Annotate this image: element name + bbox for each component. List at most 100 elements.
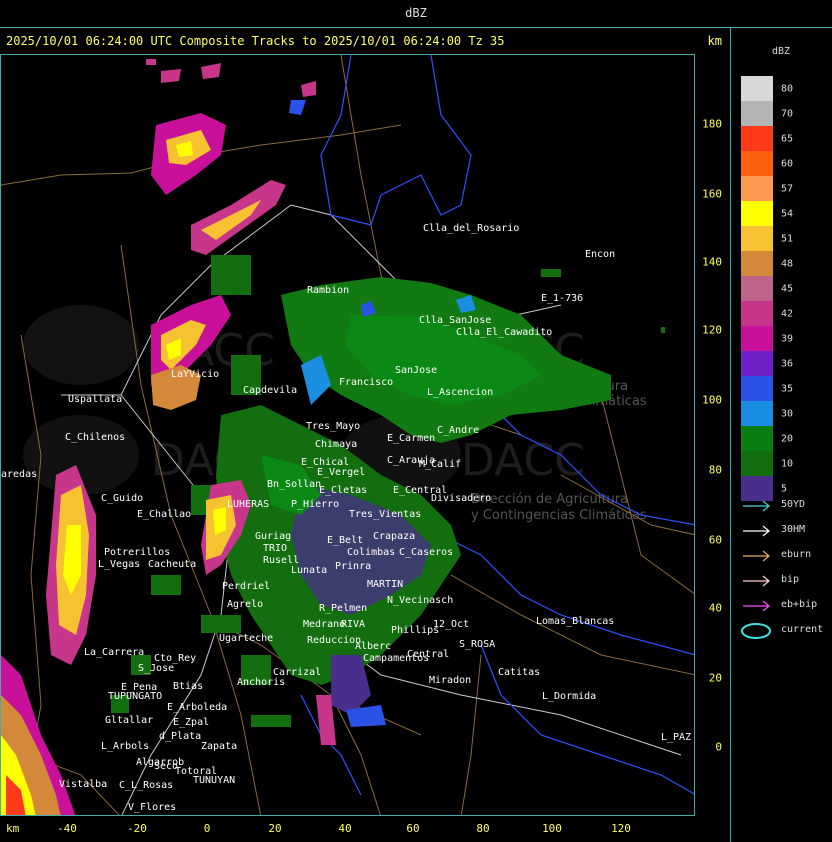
legend-entry: 57 [741, 176, 819, 201]
place-label: Clla_del_Rosario [423, 223, 519, 234]
x-tick-label: 20 [268, 822, 282, 835]
legend-label: 10 [781, 458, 794, 469]
place-label: C_Chilenos [65, 432, 125, 443]
legend-entry: 42 [741, 301, 819, 326]
legend-swatch [741, 151, 773, 176]
x-tick-label: 120 [611, 822, 631, 835]
place-label: MARTIN [367, 579, 403, 590]
place-label: L_Vegas [98, 559, 140, 570]
y-tick-label: 20 [708, 671, 722, 685]
track-entry: current [741, 619, 831, 644]
legend-label: 45 [781, 283, 794, 294]
legend-label: 36 [781, 358, 794, 369]
place-label: d_Plata [159, 731, 201, 742]
track-label: 30HM [781, 524, 806, 535]
place-label: E_Zpal [173, 717, 209, 728]
legend-entry: 80 [741, 76, 819, 101]
legend-swatch [741, 301, 773, 326]
place-label: Divisadero [431, 493, 491, 504]
place-label: E_Challao [137, 509, 191, 520]
legend-title: dBZ [771, 46, 791, 57]
legend-entry: 10 [741, 451, 819, 476]
place-label: L_PAZ [661, 732, 691, 743]
place-label: Colimbas [347, 547, 395, 558]
track-label: bip [781, 574, 800, 585]
place-label: TRIO [263, 543, 287, 554]
legend-label: 80 [781, 83, 794, 94]
x-tick-label: -40 [57, 822, 77, 835]
x-tick-label: -20 [127, 822, 147, 835]
radar-map[interactable]: DACC DACC DACC DACC Dirección de Agricul… [0, 54, 695, 816]
y-axis: 180 160 140 120 100 80 60 40 20 0 [696, 54, 730, 816]
legend-label: 65 [781, 133, 794, 144]
legend-entry: 70 [741, 101, 819, 126]
y-tick-label: 140 [702, 255, 722, 269]
track-legend: 50YD 30HM eburn bip eb+bip current [741, 494, 831, 644]
place-label: SanJose [395, 365, 437, 376]
legend-entry: 60 [741, 151, 819, 176]
legend-label: 30 [781, 408, 794, 419]
legend-swatch [741, 126, 773, 151]
legend-entry: 51 [741, 226, 819, 251]
legend-entry: 48 [741, 251, 819, 276]
place-label: C_Guido [101, 493, 143, 504]
x-tick-label: 100 [542, 822, 562, 835]
place-label: Vistalba [59, 779, 107, 790]
place-label: E_Arboleda [167, 702, 227, 713]
legend-swatch [741, 401, 773, 426]
place-label: LUHERAS [227, 499, 269, 510]
place-label: Chimaya [315, 439, 357, 450]
place-label: C_Andre [437, 425, 479, 436]
track-label: current [781, 624, 824, 635]
legend-entry: 20 [741, 426, 819, 451]
legend-swatch [741, 451, 773, 476]
place-label: L_Arbols [101, 741, 149, 752]
ellipse-icon [741, 623, 771, 639]
place-label: E_Vergel [317, 467, 365, 478]
place-label: Cacheuta [148, 559, 196, 570]
legend-entry: 36 [741, 351, 819, 376]
arrow-right-icon [743, 600, 770, 612]
legend-entry: 45 [741, 276, 819, 301]
x-tick-label: 40 [338, 822, 352, 835]
place-label: Reduccion [307, 635, 361, 646]
legend-entry: 35 [741, 376, 819, 401]
track-entry: 30HM [741, 519, 831, 544]
place-label: E_Carmen [387, 433, 435, 444]
legend-swatch [741, 376, 773, 401]
place-label: Clla_SanJose [419, 315, 491, 326]
place-label: L_Ascencion [427, 387, 493, 398]
x-axis: km -40 -20 0 20 40 60 80 100 120 [0, 818, 730, 842]
place-label: Francisco [339, 377, 393, 388]
track-label: eb+bip [781, 599, 818, 610]
legend-label: 20 [781, 433, 794, 444]
legend-entry: 65 [741, 126, 819, 151]
place-label: E_Cletas [319, 485, 367, 496]
place-label: 12_Oct [433, 619, 469, 630]
place-label: V_Flores [128, 802, 176, 813]
legend-swatch [741, 251, 773, 276]
arrow-right-icon [743, 500, 770, 512]
legend-swatch [741, 326, 773, 351]
place-label: Lunata [291, 565, 327, 576]
track-entry: eb+bip [741, 594, 831, 619]
track-label: 50YD [781, 499, 806, 510]
x-tick-label: 0 [203, 822, 211, 835]
place-label: Bn_Sollan [267, 479, 321, 490]
legend-label: 60 [781, 158, 794, 169]
legend-label: 70 [781, 108, 794, 119]
legend-swatch [741, 351, 773, 376]
legend-label: 39 [781, 333, 794, 344]
place-label: M_Calif [419, 459, 461, 470]
place-label: Lomas_Blancas [536, 616, 614, 627]
legend-swatch [741, 76, 773, 101]
legend-entry: 39 [741, 326, 819, 351]
header-title: 2025/10/01 06:24:00 UTC Composite Tracks… [6, 34, 505, 48]
place-label: Rambion [307, 285, 349, 296]
track-entry: bip [741, 569, 831, 594]
legend-label: 57 [781, 183, 794, 194]
place-label: Uspallata [68, 394, 122, 405]
x-tick-label: 80 [476, 822, 490, 835]
y-tick-label: 120 [702, 323, 722, 337]
place-label: LaYVicio [171, 369, 219, 380]
